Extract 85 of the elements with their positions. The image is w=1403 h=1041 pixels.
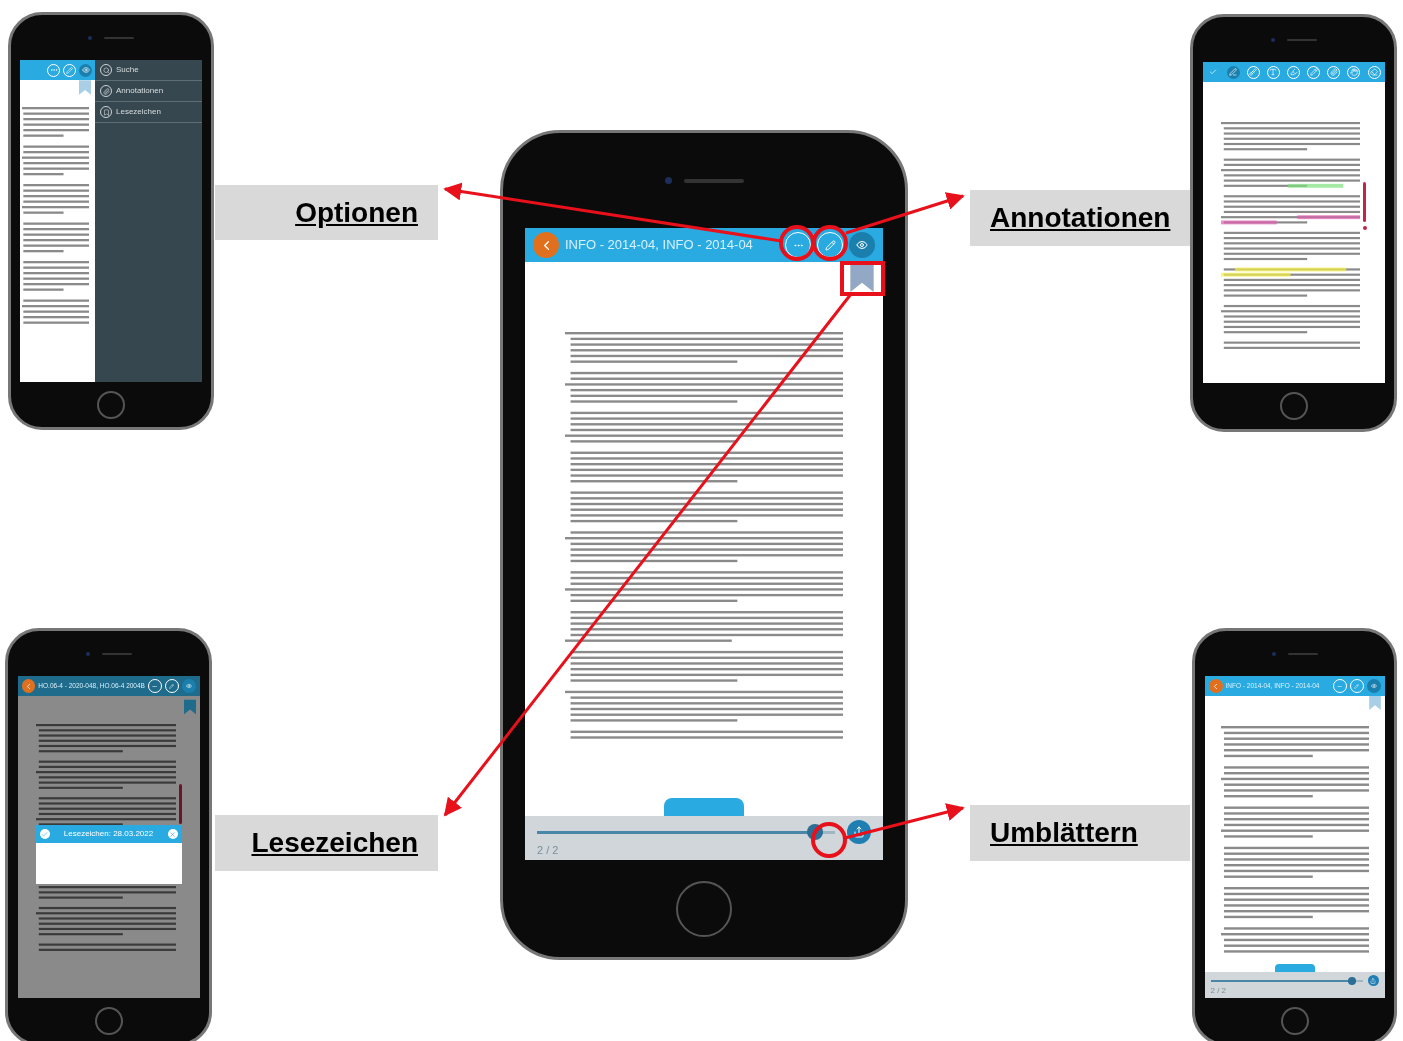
- bookmark-ribbon-icon[interactable]: [847, 264, 877, 292]
- close-icon: [169, 830, 176, 838]
- share-button[interactable]: [1367, 975, 1379, 986]
- ink-dot-drawing: [1362, 226, 1367, 230]
- search-icon: [100, 64, 112, 76]
- slider-thumb[interactable]: [1348, 976, 1357, 985]
- ink-stroke-drawing: [178, 784, 182, 824]
- back-button[interactable]: [21, 679, 36, 693]
- more-icon: [1337, 683, 1342, 689]
- callout-label: Annotationen: [970, 190, 1190, 246]
- eye-icon: [856, 239, 868, 251]
- page-indicator: 2 / 2: [1210, 986, 1227, 996]
- page-slider[interactable]: [537, 824, 835, 840]
- page-tab[interactable]: [664, 798, 744, 816]
- paperclip-icon: [1329, 68, 1338, 76]
- speaker-icon: [101, 652, 132, 655]
- close-button[interactable]: [167, 829, 178, 839]
- brush-icon: [1249, 68, 1258, 76]
- home-button[interactable]: [1279, 392, 1308, 420]
- back-button[interactable]: [1208, 679, 1223, 693]
- ink-stroke-drawing: [1363, 182, 1366, 222]
- callout-label: Lesezeichen: [215, 815, 438, 871]
- eye-icon: [185, 683, 192, 689]
- eye-icon: [81, 66, 90, 74]
- dialog-title: Lesezeichen: 28.03.2022: [62, 828, 155, 840]
- camera-icon: [1271, 651, 1276, 656]
- pencil-icon: [66, 66, 73, 74]
- highlight-circle: [812, 225, 848, 261]
- speaker-icon: [104, 36, 134, 39]
- tool-button[interactable]: [1226, 65, 1240, 79]
- view-button[interactable]: [849, 232, 875, 258]
- camera-icon: [1270, 37, 1275, 42]
- share-icon: [853, 826, 865, 838]
- tool-button[interactable]: [1307, 65, 1321, 79]
- back-button[interactable]: [533, 232, 559, 258]
- pen-icon: [1229, 68, 1238, 76]
- menu-item-label: Suche: [116, 64, 139, 76]
- menu-item-label: Annotationen: [116, 85, 164, 97]
- more-icon: [152, 683, 158, 689]
- highlight-rectangle: [840, 261, 885, 296]
- pencil-icon: [1354, 683, 1359, 689]
- pencil-icon: [824, 239, 836, 251]
- home-button[interactable]: [676, 880, 732, 937]
- camera-icon: [88, 35, 92, 40]
- tool-button[interactable]: [1367, 65, 1381, 79]
- check-icon: [41, 830, 48, 838]
- view-button[interactable]: [79, 63, 92, 77]
- menu-item[interactable]: Suche: [95, 60, 202, 81]
- home-button[interactable]: [97, 390, 125, 419]
- menu-item-label: Lesezeichen: [116, 106, 161, 118]
- highlight-circle: [811, 822, 847, 858]
- check-icon: [1209, 68, 1217, 76]
- view-button[interactable]: [1366, 679, 1381, 693]
- pencil-icon: [169, 683, 175, 689]
- highlight-circle: [779, 225, 815, 261]
- view-button[interactable]: [181, 679, 196, 693]
- speaker-icon: [1286, 38, 1317, 41]
- speaker-icon: [683, 178, 744, 183]
- page-indicator: 2 / 2: [537, 844, 559, 857]
- tool-button[interactable]: [1347, 65, 1361, 79]
- speaker-icon: [1287, 652, 1318, 655]
- tool-button[interactable]: [1327, 65, 1341, 79]
- camera-icon: [664, 177, 672, 184]
- callout-label: Optionen: [215, 185, 438, 240]
- document-title: INFO - 2014-04, INFO - 2014-04: [565, 236, 754, 255]
- menu-item[interactable]: Lesezeichen: [95, 102, 202, 123]
- page-slider[interactable]: [1210, 976, 1363, 985]
- share-icon: [1370, 977, 1376, 984]
- eye-icon: [1370, 683, 1377, 689]
- pencil-icon: [1309, 68, 1318, 76]
- menu-item[interactable]: Annotationen: [95, 81, 202, 102]
- camera-icon: [85, 651, 90, 656]
- text-icon: [1269, 68, 1278, 76]
- page-tab[interactable]: [1274, 964, 1315, 972]
- home-button[interactable]: [1280, 1006, 1309, 1035]
- home-button[interactable]: [94, 1006, 123, 1035]
- callout-label: Umblättern: [970, 805, 1190, 861]
- eraser-icon: [1370, 68, 1378, 76]
- highlighter-icon: [1289, 68, 1298, 76]
- more-icon: [49, 66, 58, 74]
- paperclip-icon: [100, 85, 112, 97]
- tool-button[interactable]: [1246, 65, 1260, 79]
- chevron-left-icon: [1211, 681, 1220, 691]
- hand-icon: [1349, 68, 1358, 76]
- confirm-button[interactable]: [39, 829, 50, 839]
